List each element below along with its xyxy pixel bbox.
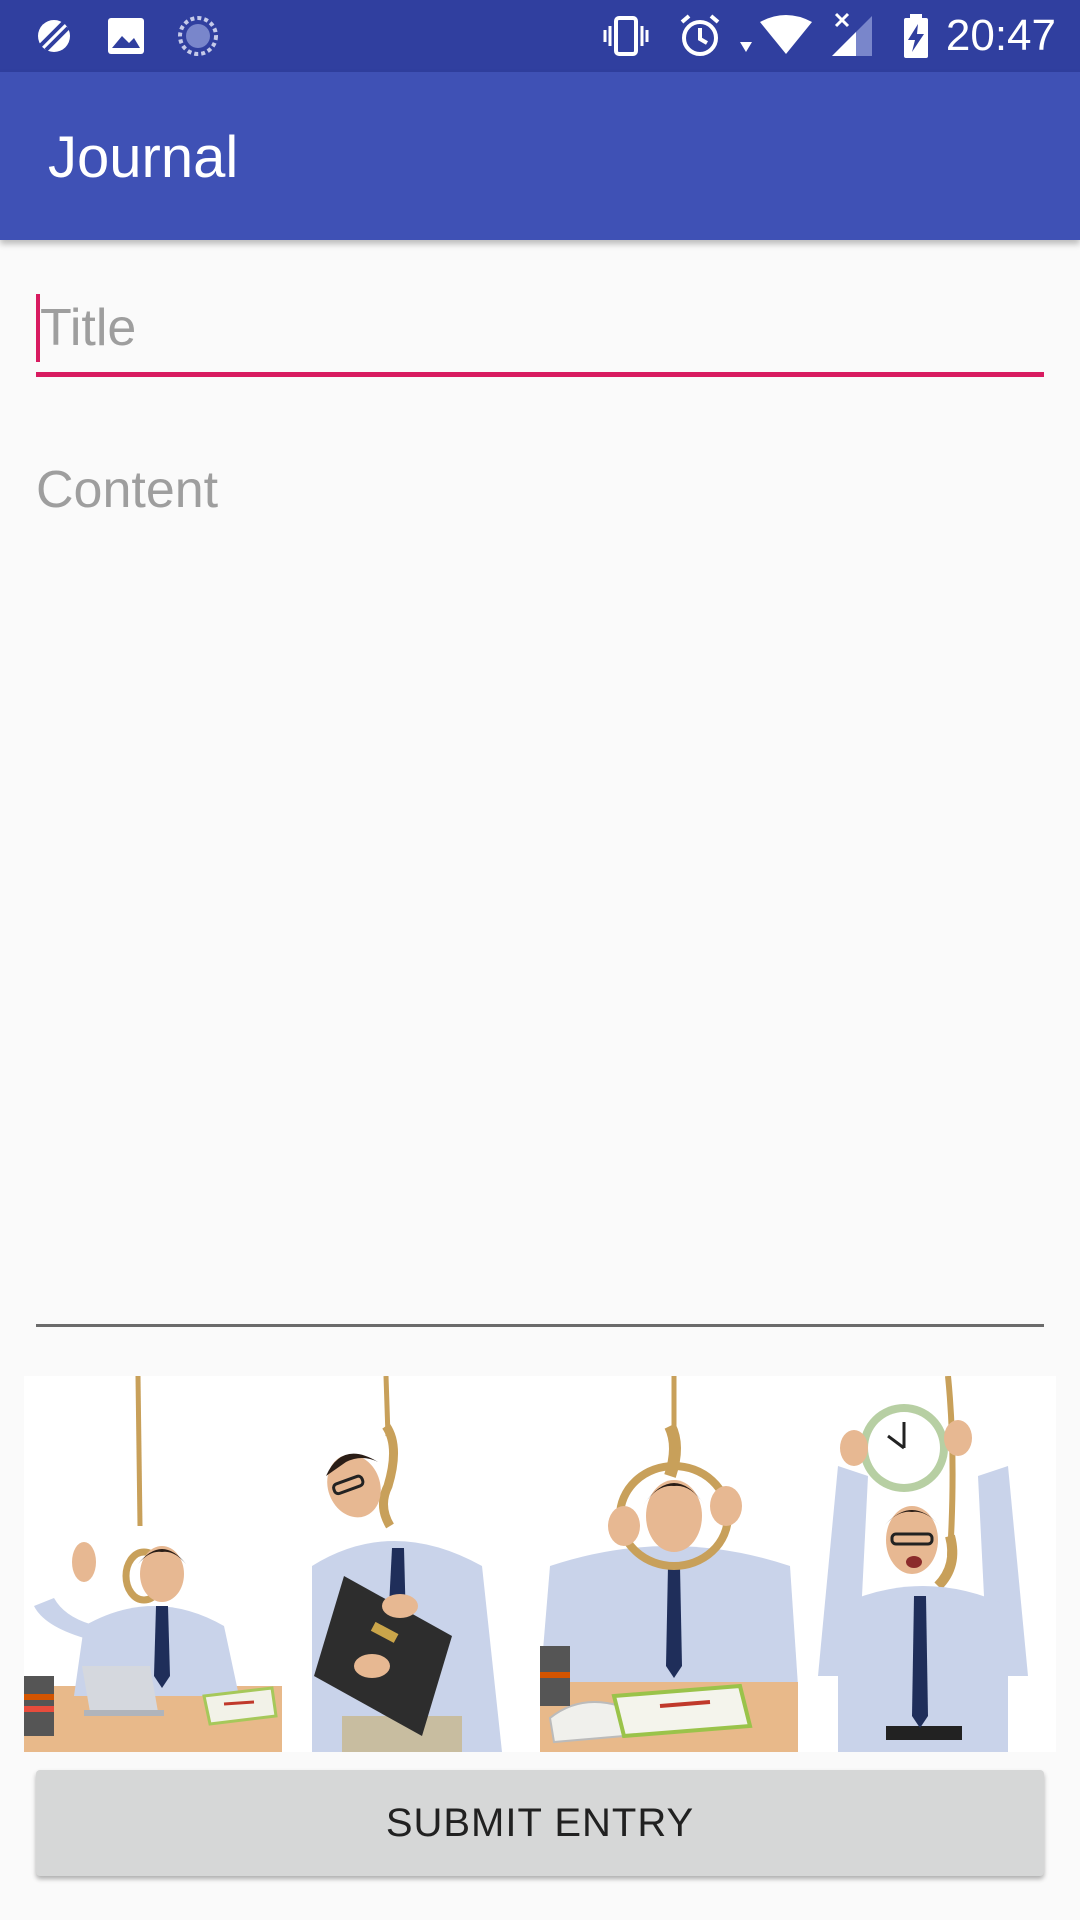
- cellular-no-signal-icon: [828, 12, 876, 60]
- photo-holding-clock[interactable]: [798, 1376, 1056, 1752]
- photo-thumbs-up-at-desk[interactable]: [24, 1376, 282, 1752]
- title-underline: [36, 372, 1044, 377]
- status-bar: 20:47: [0, 0, 1080, 72]
- content-field[interactable]: [36, 450, 1044, 1330]
- wifi-icon: [736, 12, 816, 60]
- app-title: Journal: [48, 125, 239, 190]
- alarm-icon: [676, 12, 724, 60]
- content-input[interactable]: [36, 450, 1044, 1320]
- vibrate-icon: [602, 12, 650, 60]
- photo-holding-noose[interactable]: [540, 1376, 798, 1752]
- submit-entry-button[interactable]: SUBMIT ENTRY: [36, 1770, 1044, 1876]
- title-field[interactable]: [36, 290, 1048, 380]
- sync-icon: [174, 12, 222, 60]
- image-icon: [102, 12, 150, 60]
- app-bar: Journal: [0, 72, 1080, 240]
- battery-charging-icon: [892, 12, 940, 60]
- text-cursor: [36, 294, 40, 362]
- photo-holding-briefcase[interactable]: [282, 1376, 540, 1752]
- image-strip: [24, 1376, 1056, 1752]
- content-underline: [36, 1324, 1044, 1327]
- no-disturb-icon: [30, 12, 78, 60]
- title-input[interactable]: [36, 290, 1048, 366]
- status-time: 20:47: [945, 11, 1056, 60]
